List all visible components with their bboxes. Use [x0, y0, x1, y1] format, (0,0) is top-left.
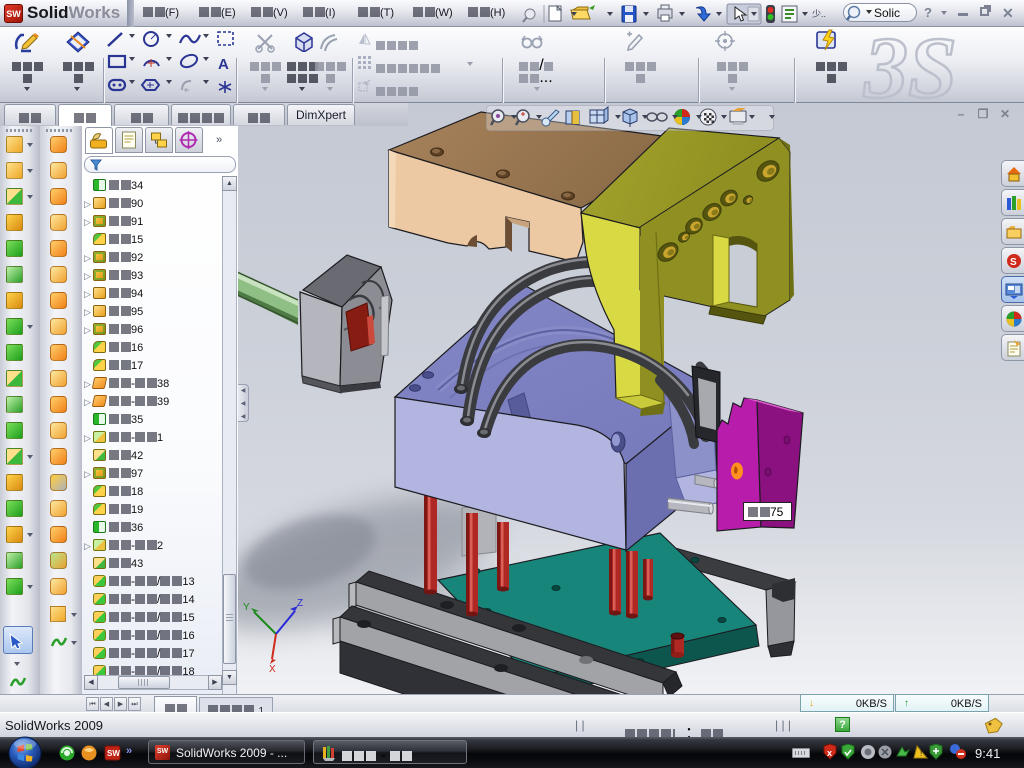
svg-text:Y: Y: [243, 602, 250, 613]
svg-text:少..: 少..: [812, 9, 826, 19]
svg-text:Z: Z: [297, 598, 303, 609]
svg-text:»: »: [126, 745, 132, 757]
svg-text:x: x: [827, 748, 832, 758]
svg-text:3S: 3S: [863, 27, 957, 103]
svg-text:X: X: [269, 664, 276, 675]
svg-text:S: S: [1010, 257, 1017, 268]
svg-text:SW: SW: [107, 749, 120, 758]
svg-text:A: A: [218, 56, 229, 73]
svg-text:!: !: [920, 749, 922, 758]
